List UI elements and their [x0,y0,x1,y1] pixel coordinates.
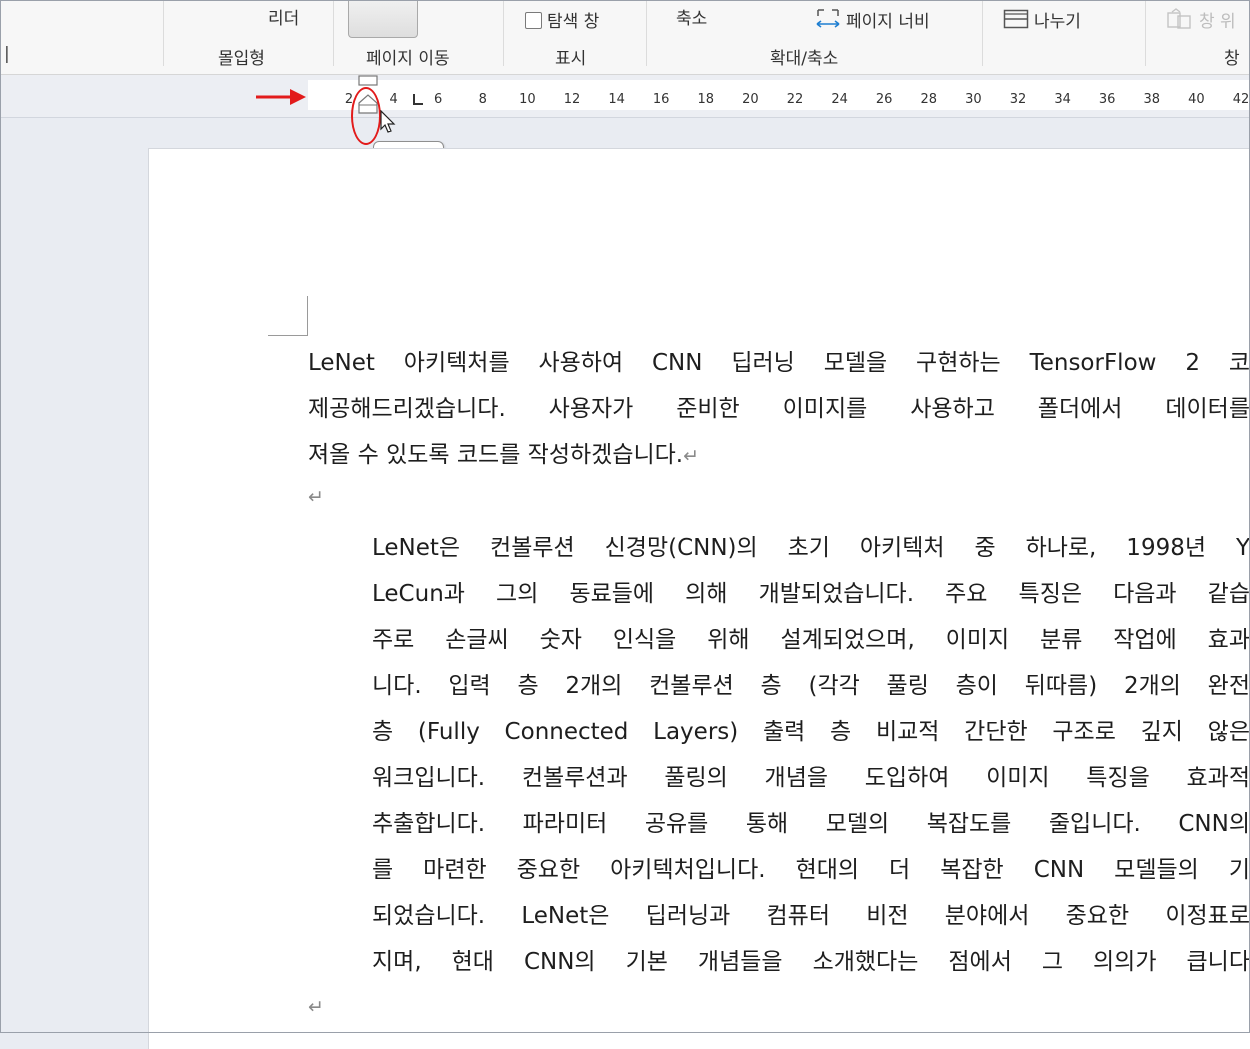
page-move-label: 페이지 이동 [366,49,450,69]
show-group-label: 표시 [555,49,587,69]
window-group-label: 창 [1224,49,1240,69]
document-text-line[interactable]: 추출합니다. 파라미터 공유를 통해 모델의 복잡도를 줄입니다. CNN의 [372,807,1250,841]
ruler-tick-label: 12 [563,92,581,107]
line-text: 를 마련한 중요한 아키텍처입니다. 현대의 더 복잡한 CNN 모델들의 기 [372,857,1250,883]
nav-pane-label: 탐색 창 [547,12,600,32]
line-text: 되었습니다. LeNet은 딥러닝과 컴퓨터 비전 분야에서 중요한 이정표로 [372,903,1250,929]
document-text-line[interactable]: 제공해드리겠습니다. 사용자가 준비한 이미지를 사용하고 폴더에서 데이터를 [308,392,1250,426]
ruler-tick-label: 32 [1009,92,1027,107]
split-label: 나누기 [1034,12,1081,32]
document-text-line[interactable]: 져올 수 있도록 코드를 작성하겠습니다.↵ [308,438,1250,472]
ruler-tick-label: 36 [1098,92,1116,107]
ruler-tick-label: 24 [831,92,848,107]
ruler-tick-label: 8 [478,92,487,107]
document-text-line[interactable]: 지며, 현대 CNN의 기본 개념들을 소개했다는 점에서 그 의의가 큽니다 [372,945,1250,979]
line-text: LeNet은 컨볼루션 신경망(CNN)의 초기 아키텍처 중 하나로, 199… [372,535,1250,561]
red-circle-annotation [351,87,381,145]
window-label: 창 위 [1199,12,1236,32]
split-window-icon [1003,9,1029,29]
document-text-line[interactable]: 니다. 입력 층 2개의 컨볼루션 층 (각각 풀링 층이 뒤따름) 2개의 완… [372,669,1250,703]
ruler-tick-label: 42 [1232,92,1250,107]
zoom-group-label: 확대/축소 [770,49,839,69]
ruler-tick-label: 16 [652,92,670,107]
nav-pane-checkbox[interactable]: 탐색 창 [525,7,599,32]
ribbon-separator [503,0,504,66]
line-text: 층 (Fully Connected Layers) 출력 층 비교적 간단한 … [372,719,1250,745]
page-width-label: 페이지 너비 [846,12,930,32]
page-width-button[interactable]: 페이지 너비 [815,7,930,32]
checkbox-icon [525,12,542,29]
document-text-line[interactable]: LeCun과 그의 동료들에 의해 개발되었습니다. 주요 특징은 다음과 같습 [372,577,1250,611]
ruler-tick-label: 14 [608,92,625,107]
paragraph-mark-icon: ↵ [308,486,324,508]
horizontal-ruler-area: 2 4 6 8 10 12 14 16 18 20 22 24 26 28 30 32 34 36 38 40 42 [0,75,1250,118]
ribbon-separator [982,0,983,66]
line-text: 주로 손글씨 숫자 인식을 위해 설계되었으며, 이미지 분류 작업에 효과 [372,627,1250,653]
line-text: 지며, 현대 CNN의 기본 개념들을 소개했다는 점에서 그 의의가 큽니다 [372,949,1250,975]
ruler-tick-label: 26 [875,92,893,107]
window-position-button[interactable]: 창 위 [1166,7,1236,32]
ribbon-separator [646,0,647,66]
ribbon-toolbar: 리더 몰입형 페이지 이동 탐색 창 표시 축소 페이지 너비 확대/축소 나누… [0,0,1250,75]
document-text-line[interactable]: 되었습니다. LeNet은 딥러닝과 컴퓨터 비전 분야에서 중요한 이정표로 [372,899,1250,933]
ruler-tick-label: 30 [965,92,982,107]
page-move-button[interactable] [348,0,418,38]
red-arrow-annotation [256,89,306,105]
line-text: 니다. 입력 층 2개의 컨볼루션 층 (각각 풀링 층이 뒤따름) 2개의 완… [372,673,1250,699]
paragraph-mark-icon: ↵ [308,996,324,1018]
mouse-pointer-icon [380,110,396,133]
reader-label[interactable]: 리더 [268,4,299,29]
document-text-line[interactable]: 워크입니다. 컨볼루션과 풀링의 개념을 도입하여 이미지 특징을 효과적 [372,761,1250,795]
document-text-line[interactable]: LeNet은 컨볼루션 신경망(CNN)의 초기 아키텍처 중 하나로, 199… [372,531,1250,565]
immersive-group-label: 몰입형 [218,49,265,69]
ribbon-separator [333,0,334,66]
line-text: 져올 수 있도록 코드를 작성하겠습니다. [308,442,684,469]
page-width-icon [816,9,840,28]
ribbon-separator [163,0,164,66]
ruler-tick-label: 20 [742,92,759,107]
ruler-tick-label: 22 [786,92,804,107]
document-text-line[interactable]: 층 (Fully Connected Layers) 출력 층 비교적 간단한 … [372,715,1250,749]
document-text-line[interactable]: 를 마련한 중요한 아키텍처입니다. 현대의 더 복잡한 CNN 모델들의 기 [372,853,1250,887]
split-button[interactable]: 나누기 [1003,7,1081,32]
window-arrange-icon [1167,8,1191,29]
ruler-tick-label: 28 [920,92,938,107]
ruler-tick-label: 40 [1188,92,1205,107]
line-text: 워크입니다. 컨볼루션과 풀링의 개념을 도입하여 이미지 특징을 효과적 [372,765,1250,791]
ruler-tick-label: 10 [519,92,536,107]
ruler-tick-label: 6 [434,92,443,107]
line-text: LeCun과 그의 동료들에 의해 개발되었습니다. 주요 특징은 다음과 같습 [372,581,1250,607]
horizontal-ruler[interactable]: 2 4 6 8 10 12 14 16 18 20 22 24 26 28 30 32 34 36 38 40 42 [308,80,1250,110]
margin-corner-mark [268,296,308,336]
zoom-out-button[interactable]: 축소 [676,4,707,29]
document-text-line[interactable]: LeNet 아키텍처를 사용하여 CNN 딥러닝 모델을 구현하는 Tensor… [308,346,1250,380]
ruler-tick-label: 34 [1054,92,1071,107]
tab-stop-icon[interactable] [412,94,424,108]
ruler-tick-label: 18 [697,92,715,107]
ruler-tick-label: 38 [1143,92,1161,107]
line-text: 추출합니다. 파라미터 공유를 통해 모델의 복잡도를 줄입니다. CNN의 [372,811,1250,837]
line-text: 제공해드리겠습니다. 사용자가 준비한 이미지를 사용하고 폴더에서 데이터를 [308,396,1250,423]
ribbon-separator [1145,0,1146,66]
line-text: LeNet 아키텍처를 사용하여 CNN 딥러닝 모델을 구현하는 Tensor… [308,350,1250,376]
ruler-tick-label: 4 [389,92,398,107]
ribbon-edge-mark: | [4,44,10,64]
paragraph-mark-icon: ↵ [683,445,700,468]
document-text-line[interactable]: 주로 손글씨 숫자 인식을 위해 설계되었으며, 이미지 분류 작업에 효과 [372,623,1250,657]
